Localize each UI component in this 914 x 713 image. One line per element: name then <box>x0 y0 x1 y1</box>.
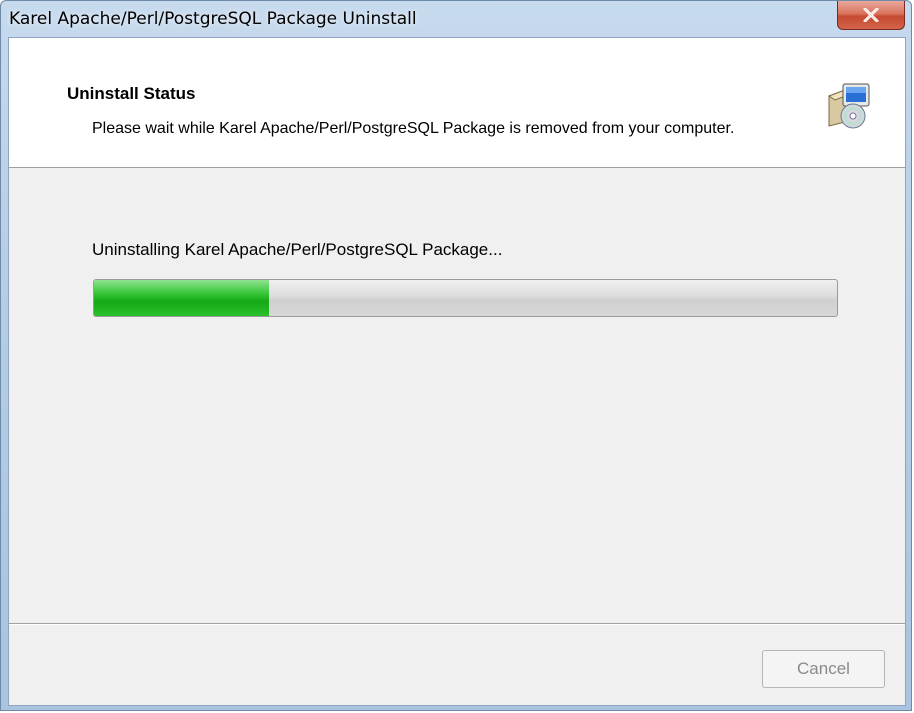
header-panel: Uninstall Status Please wait while Karel… <box>9 38 905 168</box>
progress-bar-fill <box>94 280 269 316</box>
dialog-body: Uninstall Status Please wait while Karel… <box>8 37 906 706</box>
close-icon <box>863 8 879 22</box>
window-title: Karel Apache/Perl/PostgreSQL Package Uni… <box>9 9 417 29</box>
installer-cd-computer-icon <box>825 82 873 130</box>
page-title: Uninstall Status <box>67 84 196 103</box>
progress-bar <box>93 279 838 317</box>
status-text: Uninstalling Karel Apache/Perl/PostgreSQ… <box>92 240 503 259</box>
title-bar[interactable]: Karel Apache/Perl/PostgreSQL Package Uni… <box>1 1 911 37</box>
footer-divider <box>9 623 905 625</box>
cancel-button[interactable]: Cancel <box>762 650 885 688</box>
close-button[interactable] <box>837 1 905 30</box>
uninstall-window: Karel Apache/Perl/PostgreSQL Package Uni… <box>0 0 912 711</box>
page-subtitle: Please wait while Karel Apache/Perl/Post… <box>92 120 735 137</box>
